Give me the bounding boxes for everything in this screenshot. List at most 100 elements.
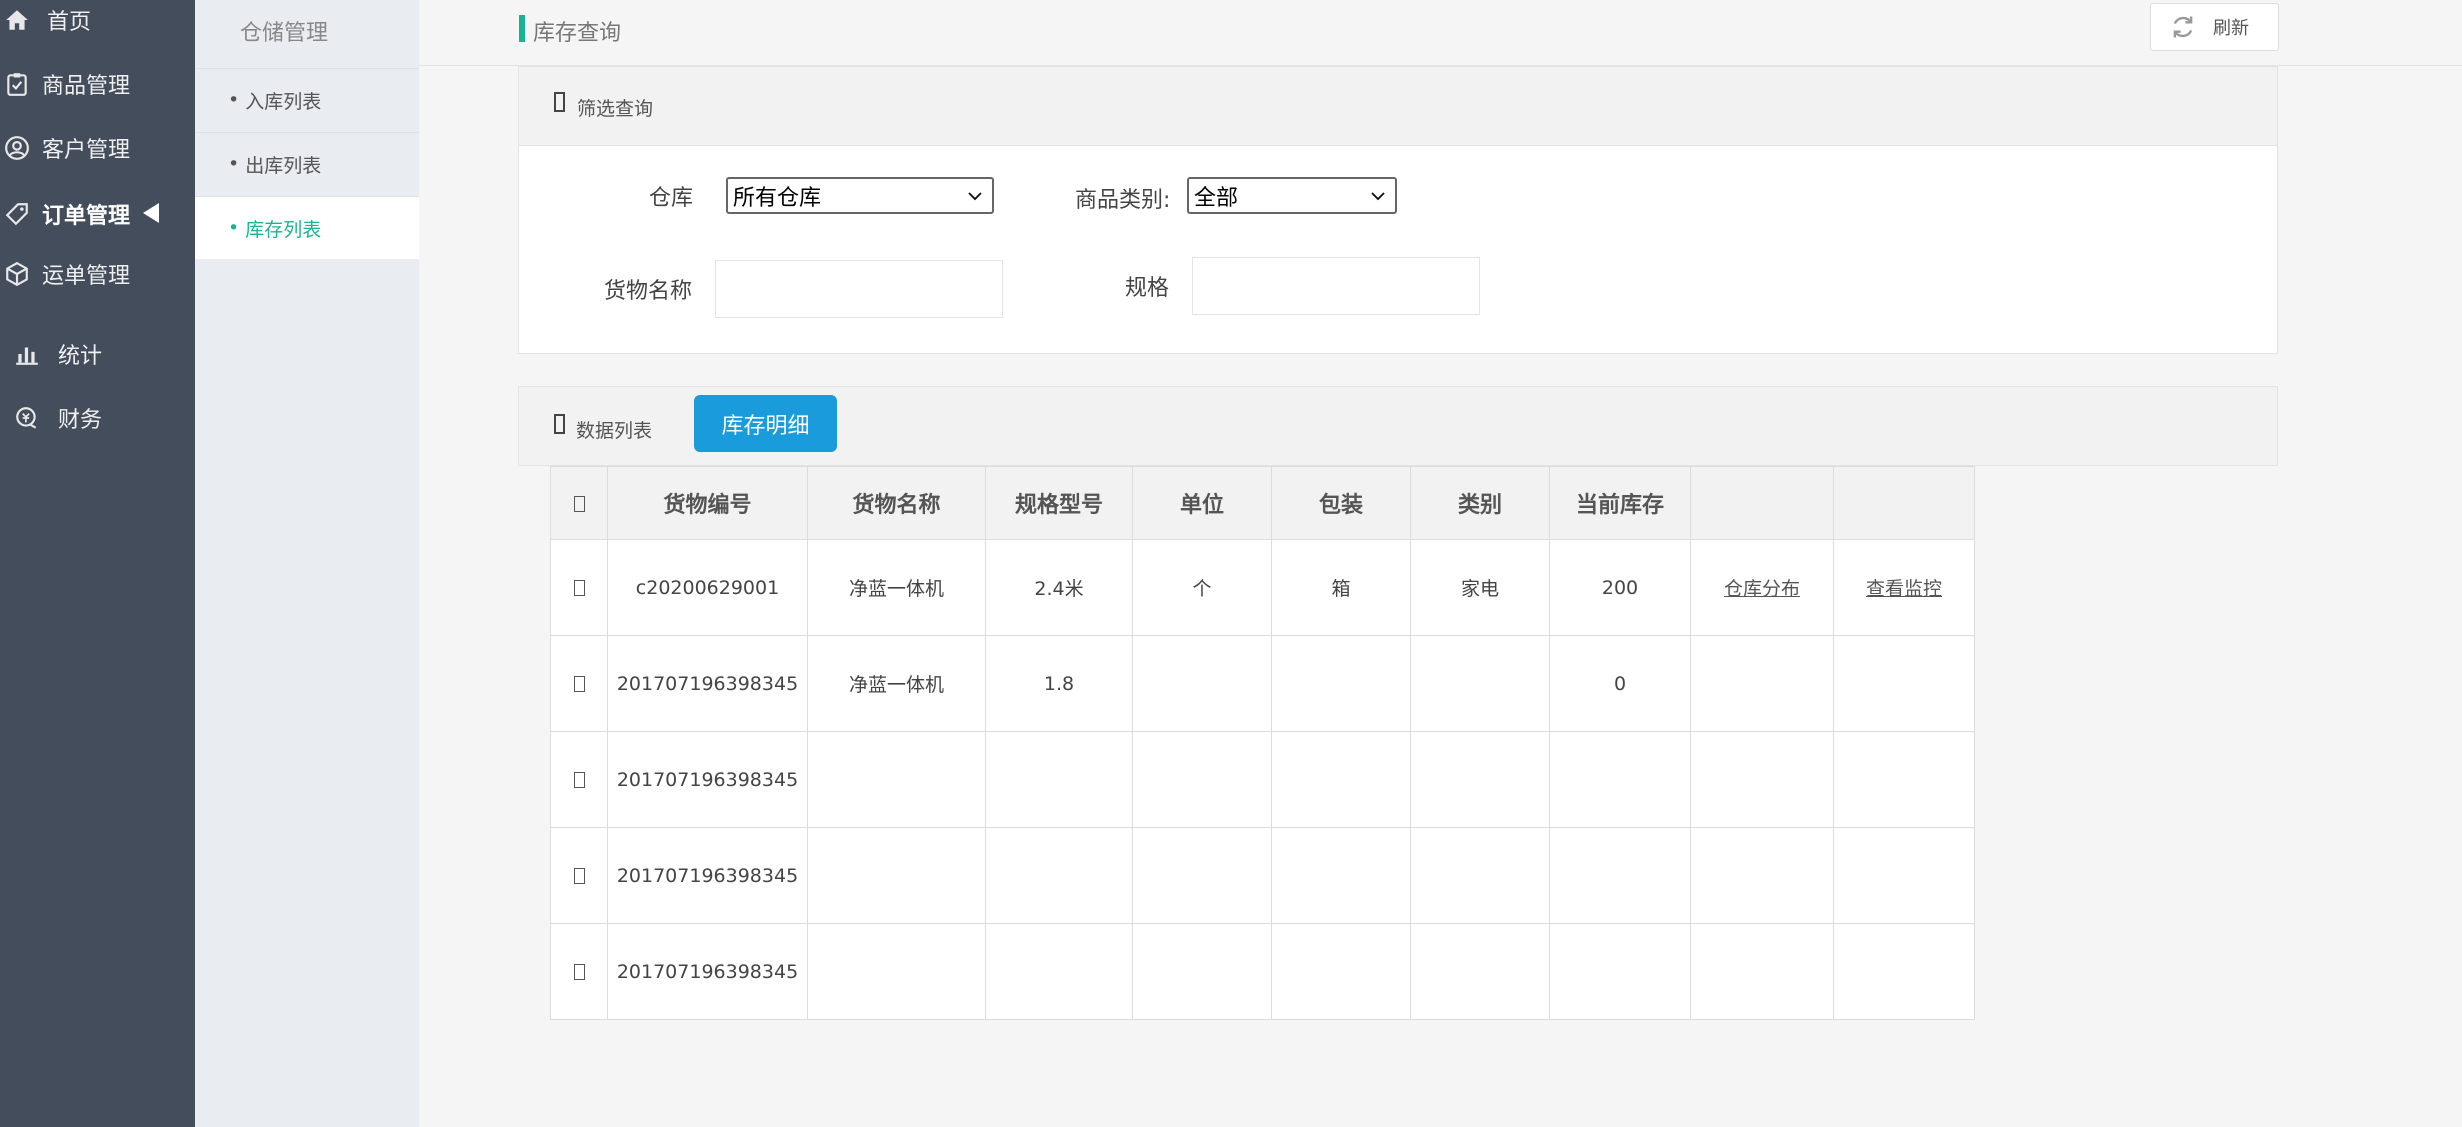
nav-item-customers[interactable]: 客户管理 <box>0 128 195 168</box>
table-row: 201707196398345 <box>550 731 1975 828</box>
home-icon <box>2 5 32 35</box>
nav-item-label: 运单管理 <box>42 264 131 289</box>
panel-square-icon <box>554 414 565 434</box>
cell-code: 201707196398345 <box>607 827 808 924</box>
nav-item-waybills[interactable]: 运单管理 <box>0 254 195 294</box>
column-header: 货物编号 <box>607 466 808 540</box>
category-label: 商品类别: <box>1075 188 1171 213</box>
cell-action1 <box>1690 923 1834 1020</box>
column-header-empty <box>1833 466 1975 540</box>
column-header: 当前库存 <box>1549 466 1691 540</box>
subnav-item-label: 出库列表 <box>245 154 322 177</box>
finance-icon <box>12 403 42 433</box>
bullet: • <box>228 89 240 111</box>
cell-unit <box>1132 635 1272 732</box>
row-checkbox-cell[interactable] <box>550 539 608 636</box>
cell-code: c20200629001 <box>607 539 808 636</box>
checkbox[interactable] <box>573 772 585 788</box>
filter-panel-header: 筛选查询 <box>519 67 2277 146</box>
nav-item-statistics[interactable]: 统计 <box>0 334 195 374</box>
cell-action2 <box>1833 731 1975 828</box>
refresh-label: 刷新 <box>2213 18 2249 39</box>
cell-stock: 200 <box>1549 539 1691 636</box>
refresh-button[interactable]: 刷新 <box>2150 3 2279 51</box>
cell-spec <box>985 827 1133 924</box>
cell-spec <box>985 731 1133 828</box>
cell-unit <box>1132 827 1272 924</box>
sub-sidebar: 仓储管理 • 入库列表 • 出库列表 • 库存列表 <box>195 0 419 1127</box>
nav-item-label: 订单管理 <box>42 204 131 229</box>
category-select-value: 全部 <box>1194 185 1239 211</box>
cell-pack <box>1271 635 1411 732</box>
filter-section-label: 筛选查询 <box>577 98 654 120</box>
cell-name: 净蓝一体机 <box>807 635 986 732</box>
checkbox[interactable] <box>573 580 585 596</box>
bar-chart-icon <box>12 339 42 369</box>
cell-pack <box>1271 731 1411 828</box>
spec-label: 规格 <box>1125 276 1170 301</box>
spec-input[interactable] <box>1192 257 1480 315</box>
data-list-label: 数据列表 <box>576 420 653 442</box>
nav-item-finance[interactable]: 财务 <box>0 398 195 438</box>
cell-stock: 0 <box>1549 635 1691 732</box>
clipboard-check-icon <box>2 69 32 99</box>
row-checkbox-cell[interactable] <box>550 731 608 828</box>
row-checkbox-cell[interactable] <box>550 635 608 732</box>
nav-item-label: 财务 <box>58 408 103 433</box>
cell-category <box>1410 635 1550 732</box>
subnav-item-inventory[interactable]: • 库存列表 <box>195 196 419 259</box>
cell-spec: 1.8 <box>985 635 1133 732</box>
cell-category: 家电 <box>1410 539 1550 636</box>
subnav-item-outbound[interactable]: • 出库列表 <box>195 132 419 195</box>
cell-code: 201707196398345 <box>607 635 808 732</box>
warehouse-distribution-link[interactable]: 仓库分布 <box>1724 578 1800 600</box>
warehouse-select-value: 所有仓库 <box>733 185 822 211</box>
cell-action2 <box>1833 635 1975 732</box>
cell-spec: 2.4米 <box>985 539 1133 636</box>
subnav-item-label: 库存列表 <box>245 218 322 241</box>
cell-spec <box>985 923 1133 1020</box>
cell-action1 <box>1690 827 1834 924</box>
cell-action2 <box>1833 923 1975 1020</box>
inventory-detail-button[interactable]: 库存明细 <box>694 395 837 452</box>
user-icon <box>2 133 32 163</box>
box-icon <box>2 259 32 289</box>
main-sidebar: 首页 商品管理 客户管理 订单管理 运单管理 统计 财务 <box>0 0 195 1127</box>
nav-item-products[interactable]: 商品管理 <box>0 64 195 104</box>
checkbox[interactable] <box>573 868 585 884</box>
top-bar: 库存查询 刷新 <box>419 0 2462 66</box>
product-name-input[interactable] <box>715 260 1003 318</box>
cell-unit: 个 <box>1132 539 1272 636</box>
subnav-item-inbound[interactable]: • 入库列表 <box>195 68 419 131</box>
checkbox[interactable] <box>573 964 585 980</box>
category-select[interactable]: 全部 <box>1187 177 1397 214</box>
cell-category <box>1410 731 1550 828</box>
nav-item-home[interactable]: 首页 <box>0 0 195 40</box>
column-header-empty <box>1690 466 1834 540</box>
table-row: 201707196398345 净蓝一体机 1.8 0 <box>550 635 1975 732</box>
nav-item-label: 商品管理 <box>42 74 131 99</box>
select-all-checkbox-cell[interactable] <box>550 466 608 540</box>
cell-action1 <box>1690 635 1834 732</box>
nav-item-label: 统计 <box>58 344 103 369</box>
checkbox[interactable] <box>573 495 585 512</box>
view-monitor-link[interactable]: 查看监控 <box>1866 578 1942 600</box>
nav-item-label: 客户管理 <box>42 138 131 163</box>
bullet: • <box>228 153 240 175</box>
row-checkbox-cell[interactable] <box>550 827 608 924</box>
column-header: 单位 <box>1132 466 1272 540</box>
cell-name <box>807 923 986 1020</box>
cell-code: 201707196398345 <box>607 923 808 1020</box>
warehouse-select[interactable]: 所有仓库 <box>726 177 994 214</box>
cell-pack <box>1271 827 1411 924</box>
cell-action1: 仓库分布 <box>1690 539 1834 636</box>
cell-name <box>807 827 986 924</box>
cell-name: 净蓝一体机 <box>807 539 986 636</box>
panel-square-icon <box>554 92 565 112</box>
row-checkbox-cell[interactable] <box>550 923 608 1020</box>
cell-name <box>807 731 986 828</box>
nav-item-orders[interactable]: 订单管理 <box>0 194 195 234</box>
table-row: 201707196398345 <box>550 827 1975 924</box>
cell-unit <box>1132 923 1272 1020</box>
checkbox[interactable] <box>573 676 585 692</box>
